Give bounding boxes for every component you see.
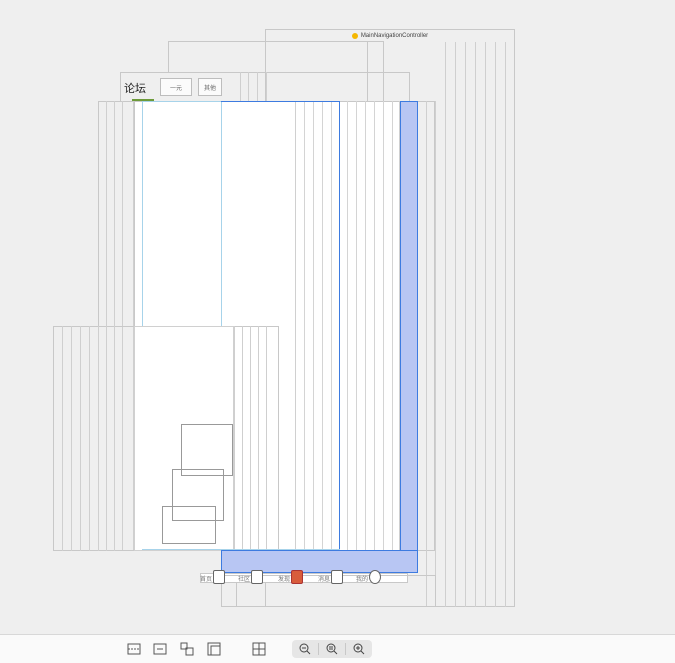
selected-view-top-line	[221, 101, 340, 102]
forum-title[interactable]: 论坛	[124, 80, 146, 96]
segment-qita[interactable]: 其他	[198, 78, 222, 96]
selected-sidebar[interactable]	[400, 101, 418, 573]
fit-width-icon[interactable]	[153, 642, 167, 656]
tab-bar-stack-2	[236, 583, 426, 607]
selected-view-right-line	[339, 101, 340, 551]
gift-icon	[291, 570, 304, 584]
scene-frame-top[interactable]	[168, 41, 368, 73]
zoom-in-icon[interactable]	[350, 642, 368, 656]
zoom-separator	[318, 643, 319, 655]
nav-controller-title-text: MainNavigationController	[360, 32, 429, 39]
zoom-separator	[345, 643, 346, 655]
zoom-out-icon[interactable]	[296, 642, 314, 656]
tab-item-messages[interactable]: 消息	[318, 566, 344, 584]
tab-item-home[interactable]: 首页	[200, 566, 226, 584]
profile-icon	[369, 570, 382, 584]
image-placeholder-3[interactable]	[162, 506, 216, 544]
fit-height-icon[interactable]	[127, 642, 141, 656]
zoom-control-group	[292, 640, 372, 658]
embed-icon[interactable]	[180, 642, 194, 656]
tab-item-discover[interactable]: 发现	[278, 566, 304, 584]
tab-item-profile[interactable]: 我的	[356, 566, 382, 584]
yellow-circle-icon	[351, 32, 358, 39]
tab-item-community[interactable]: 社区	[238, 566, 264, 584]
storyboard-canvas[interactable]: MainNavigationController 论坛 一元 其他 首页 社区 …	[0, 0, 675, 634]
home-icon	[213, 570, 226, 584]
message-icon	[331, 570, 344, 584]
bottom-toolbar	[0, 634, 675, 663]
grid-icon[interactable]	[252, 642, 266, 656]
layout-icon[interactable]	[207, 642, 221, 656]
segment-yiyuan[interactable]: 一元	[160, 78, 192, 96]
zoom-reset-icon[interactable]	[323, 642, 341, 656]
chat-icon	[251, 570, 264, 584]
